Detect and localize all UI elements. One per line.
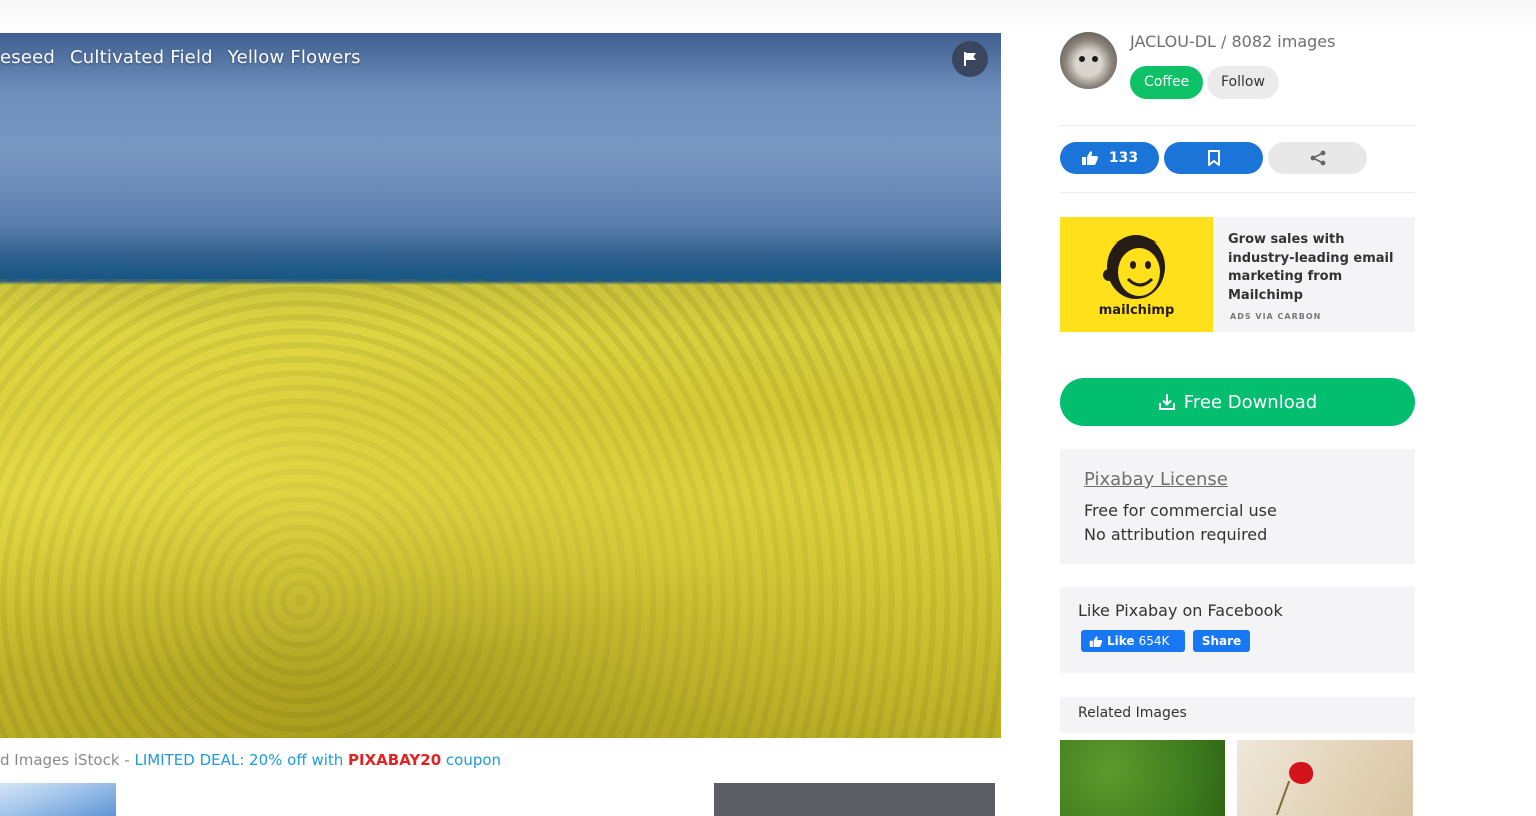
divider	[1060, 125, 1415, 126]
like-count: 133	[1108, 150, 1139, 166]
report-button[interactable]	[952, 41, 988, 77]
poppy-flower	[1289, 762, 1313, 784]
mailchimp-freddie-icon	[1103, 235, 1165, 299]
coupon-code: PIXABAY20	[348, 751, 442, 769]
ad-brand: mailchimp	[1098, 303, 1175, 318]
istock-deal: LIMITED DEAL: 20% off with	[134, 751, 349, 769]
tag-link[interactable]: eseed	[0, 47, 55, 73]
related-image[interactable]	[1060, 740, 1225, 816]
license-link[interactable]: Pixabay License	[1084, 469, 1228, 490]
mailchimp-logo: mailchimp	[1060, 217, 1213, 332]
ads-via-carbon[interactable]: ADS VIA CARBON	[1230, 312, 1321, 321]
download-label: Free Download	[1183, 391, 1318, 413]
license-box: Pixabay License Free for commercial use …	[1060, 449, 1415, 564]
bookmark-button[interactable]	[1164, 142, 1263, 174]
related-images-title: Related Images	[1078, 705, 1187, 721]
tag-link[interactable]: Cultivated Field	[70, 47, 213, 73]
free-download-button[interactable]: Free Download	[1060, 378, 1415, 426]
flag-icon	[964, 52, 976, 66]
istock-suffix: coupon	[441, 751, 502, 769]
sponsored-banner[interactable]	[714, 783, 995, 816]
share-button[interactable]	[1268, 142, 1367, 174]
facebook-like-button[interactable]: Like 654K	[1081, 630, 1185, 652]
facebook-title: Like Pixabay on Facebook	[1078, 601, 1283, 620]
facebook-like-count: 654K	[1138, 634, 1170, 648]
download-icon	[1158, 394, 1175, 410]
share-icon	[1310, 150, 1325, 166]
license-line: Free for commercial use	[1084, 501, 1277, 520]
avatar[interactable]	[1060, 32, 1117, 89]
main-photo[interactable]: eseed Cultivated Field Yellow Flowers	[0, 33, 1001, 738]
related-image[interactable]	[1237, 740, 1413, 816]
coffee-button[interactable]: Coffee	[1130, 66, 1204, 99]
facebook-share-button[interactable]: Share	[1193, 630, 1250, 652]
ad-text: Grow sales with industry-leading email m…	[1228, 232, 1394, 303]
facebook-like-label: Like	[1107, 634, 1135, 648]
facebook-box: Like Pixabay on Facebook Like 654K Share	[1060, 587, 1415, 673]
sponsored-thumbnail[interactable]	[0, 783, 116, 816]
rapeseed-field-image	[0, 279, 1001, 738]
avatar-eye	[1092, 56, 1098, 62]
divider	[1060, 192, 1415, 193]
like-button[interactable]: 133	[1060, 142, 1159, 174]
istock-prefix: d Images iStock -	[0, 751, 135, 769]
istock-promo[interactable]: d Images iStock - LIMITED DEAL: 20% off …	[0, 751, 501, 769]
photo-tags: eseed Cultivated Field Yellow Flowers	[0, 47, 361, 73]
tag-link[interactable]: Yellow Flowers	[228, 47, 361, 73]
author-name[interactable]: JACLOU-DL / 8082 images	[1130, 32, 1335, 51]
carbon-ad[interactable]: mailchimp Grow sales with industry-leadi…	[1060, 217, 1415, 332]
author-block: JACLOU-DL / 8082 images Coffee Follow	[1060, 30, 1415, 100]
license-line: No attribution required	[1084, 525, 1268, 544]
thumbs-up-icon	[1081, 151, 1098, 165]
avatar-eye	[1079, 56, 1085, 62]
follow-button[interactable]: Follow	[1207, 66, 1279, 99]
poppy-stem	[1275, 780, 1291, 816]
related-images-header: Related Images	[1060, 697, 1415, 733]
facebook-thumbs-up-icon	[1089, 635, 1103, 647]
top-bar	[0, 0, 1536, 33]
bookmark-icon	[1207, 150, 1220, 166]
